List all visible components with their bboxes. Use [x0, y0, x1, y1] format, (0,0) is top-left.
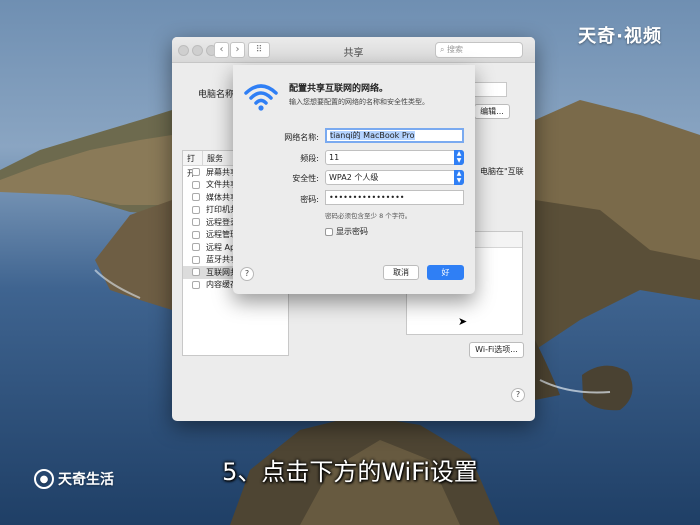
password-hint: 密码必须包含至少 8 个字符。 — [325, 212, 412, 220]
help-button[interactable]: ? — [511, 388, 525, 402]
sharing-description-text: 电脑在"互联 — [480, 167, 524, 176]
channel-label: 频段: — [300, 154, 319, 163]
sheet-title: 配置共享互联网的网络。 — [289, 84, 389, 94]
security-label: 安全性: — [292, 174, 319, 183]
checkbox-box[interactable] — [325, 227, 333, 236]
mouse-cursor-icon: ➤ — [458, 315, 468, 328]
service-checkbox[interactable] — [192, 230, 200, 239]
show-password-checkbox[interactable]: 显示密码 — [325, 226, 368, 237]
password-input[interactable]: •••••••••••••••• — [325, 190, 464, 205]
channel-value: 11 — [329, 153, 340, 162]
show-password-label: 显示密码 — [336, 227, 368, 236]
service-checkbox[interactable] — [192, 168, 200, 177]
search-placeholder: 搜索 — [447, 45, 464, 54]
computer-name-field[interactable] — [472, 82, 507, 97]
service-checkbox[interactable] — [192, 180, 200, 189]
brand-watermark-top: 天奇·视频 — [578, 26, 662, 47]
security-select[interactable]: WPA2 个人级 ▲ ▼ — [325, 170, 464, 185]
service-checkbox[interactable] — [192, 280, 200, 289]
stepper-arrows-icon: ▲ ▼ — [454, 150, 464, 165]
password-label: 密码: — [300, 195, 319, 204]
password-value: •••••••••••••••• — [329, 193, 405, 202]
service-checkbox[interactable] — [192, 193, 200, 202]
security-value: WPA2 个人级 — [329, 173, 379, 182]
search-input[interactable]: ⌕ 搜索 — [435, 42, 523, 58]
network-name-input[interactable]: tianqi的 MacBook Pro — [325, 128, 464, 143]
service-checkbox[interactable] — [192, 243, 200, 252]
wifi-options-button[interactable]: Wi-Fi选项... — [469, 342, 524, 358]
channel-select[interactable]: 11 ▲ ▼ — [325, 150, 464, 165]
search-icon: ⌕ — [440, 45, 445, 54]
service-checkbox[interactable] — [192, 218, 200, 227]
network-name-label: 网络名称: — [284, 133, 319, 142]
service-checkbox[interactable] — [192, 205, 200, 214]
edit-button[interactable]: 编辑... — [474, 104, 510, 119]
ok-button[interactable]: 好 — [427, 265, 464, 280]
service-checkbox[interactable] — [192, 255, 200, 264]
wifi-config-sheet: 配置共享互联网的网络。 输入您想要配置的网络的名称和安全性类型。 网络名称: t… — [233, 65, 475, 294]
service-checkbox[interactable] — [192, 268, 200, 277]
column-service: 服务 — [207, 154, 223, 163]
wifi-icon — [244, 84, 278, 111]
column-on: 打开 — [183, 151, 203, 178]
computer-name-label: 电脑名称: — [198, 90, 238, 100]
tutorial-caption: 5、点击下方的WiFi设置 — [222, 458, 478, 486]
stepper-arrows-icon: ▲ ▼ — [454, 170, 464, 185]
network-name-value: tianqi的 MacBook Pro — [330, 131, 415, 140]
cancel-button[interactable]: 取消 — [383, 265, 419, 280]
sheet-subtitle: 输入您想要配置的网络的名称和安全性类型。 — [289, 98, 429, 106]
window-titlebar: ‹ › ⠿ 共享 ⌕ 搜索 — [172, 37, 535, 63]
sheet-help-button[interactable]: ? — [240, 267, 254, 281]
